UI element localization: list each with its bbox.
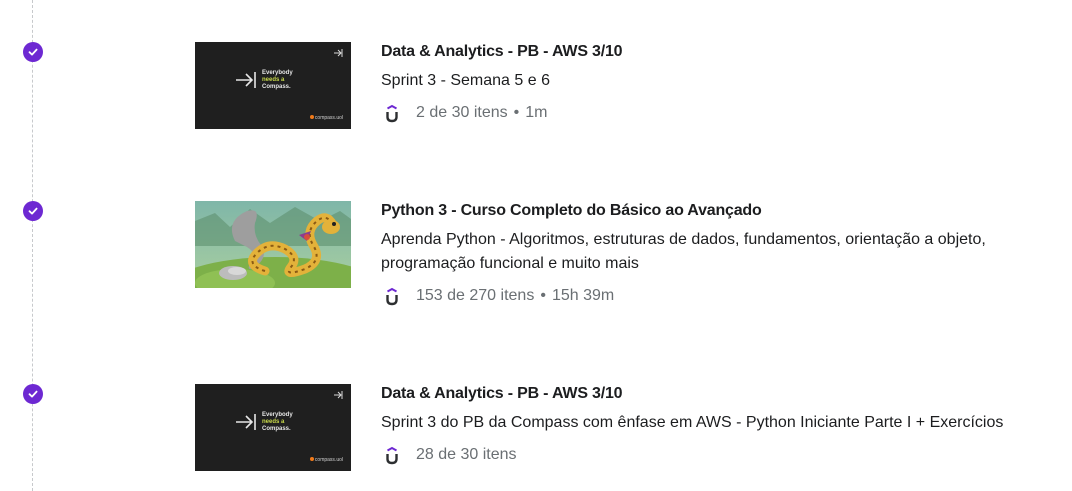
course-title[interactable]: Data & Analytics - PB - AWS 3/10: [381, 384, 1061, 404]
udemy-logo-icon: [381, 444, 403, 466]
course-meta: 153 de 270 itens • 15h 39m: [381, 285, 1061, 307]
thumbnail-slogan: Everybody needs a Compass.: [262, 412, 322, 433]
course-description: Aprenda Python - Algoritmos, estruturas …: [381, 231, 986, 272]
brand-text: compass.uol: [314, 115, 343, 121]
thumbnail-line: Compass.: [262, 84, 291, 90]
course-duration: 1m: [525, 104, 548, 121]
arrow-right-icon: [334, 391, 343, 399]
udemy-logo-icon: [381, 102, 403, 124]
course-description: Sprint 3 do PB da Compass com ênfase em …: [381, 414, 1004, 431]
separator-dot: •: [540, 287, 546, 304]
check-circle-icon: [23, 42, 43, 62]
compass-logo: compass.uol: [309, 115, 343, 121]
thumbnail-line: Compass.: [262, 426, 291, 432]
course-thumbnail[interactable]: Everybody needs a Compass. compass.uol: [195, 384, 351, 471]
python-snake-illustration: [195, 201, 351, 288]
course-meta: 28 de 30 itens: [381, 444, 1061, 466]
brand-text: compass.uol: [314, 457, 343, 463]
timeline-line: [32, 0, 33, 491]
check-circle-icon: [23, 201, 43, 221]
thumbnail-line: Everybody: [262, 70, 293, 76]
items-progress: 2 de 30 itens: [416, 104, 508, 121]
items-progress: 153 de 270 itens: [416, 287, 535, 304]
check-circle-icon: [23, 384, 43, 404]
course-description: Sprint 3 - Semana 5 e 6: [381, 72, 550, 89]
course-info: Data & Analytics - PB - AWS 3/10 Sprint …: [381, 42, 1061, 124]
udemy-logo-icon: [381, 285, 403, 307]
items-progress: 28 de 30 itens: [416, 446, 517, 463]
course-info: Python 3 - Curso Completo do Básico ao A…: [381, 201, 1061, 307]
separator-dot: •: [513, 104, 520, 121]
course-meta: 2 de 30 itens • 1m: [381, 102, 1061, 124]
course-title[interactable]: Python 3 - Curso Completo do Básico ao A…: [381, 201, 1061, 221]
thumbnail-line-highlight: needs a: [262, 77, 285, 83]
course-title[interactable]: Data & Analytics - PB - AWS 3/10: [381, 42, 1061, 62]
compass-logo: compass.uol: [309, 457, 343, 463]
course-thumbnail[interactable]: [195, 201, 351, 288]
arrow-right-icon: [334, 49, 343, 57]
thumbnail-slogan: Everybody needs a Compass.: [262, 70, 322, 91]
thumbnail-line: Everybody: [262, 412, 293, 418]
course-info: Data & Analytics - PB - AWS 3/10 Sprint …: [381, 384, 1061, 466]
arrow-right-icon: [236, 414, 256, 430]
thumbnail-line-highlight: needs a: [262, 419, 285, 425]
arrow-right-icon: [236, 72, 256, 88]
course-duration: 15h 39m: [551, 287, 615, 304]
course-thumbnail[interactable]: Everybody needs a Compass. compass.uol: [195, 42, 351, 129]
